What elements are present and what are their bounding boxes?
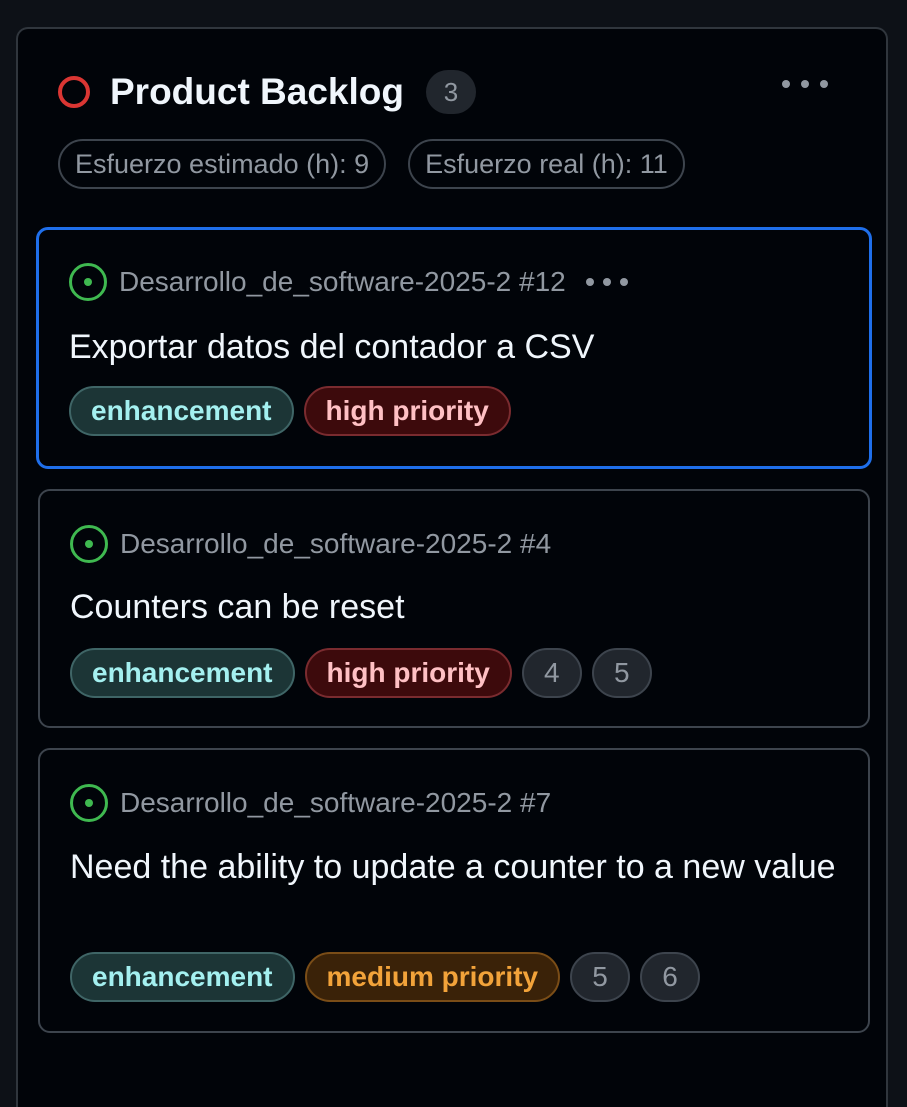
label-enhancement[interactable]: enhancement	[69, 386, 294, 436]
card-meta: Desarrollo_de_software-2025-2 #7	[70, 783, 551, 823]
field-value-estimated: 5	[570, 952, 631, 1002]
column-title: Product Backlog	[110, 71, 404, 112]
label-list: enhancement medium priority 5 6	[70, 952, 701, 1002]
field-value-estimated: 4	[521, 648, 582, 698]
field-sum-estimated: Esfuerzo estimado (h): 9	[58, 139, 387, 189]
field-sum-actual: Esfuerzo real (h): 11	[408, 139, 685, 189]
field-sums: Esfuerzo estimado (h): 9 Esfuerzo real (…	[58, 139, 685, 189]
field-value-actual: 6	[640, 952, 701, 1002]
item-count-badge: 3	[426, 70, 476, 114]
card-meta: Desarrollo_de_software-2025-2 #12	[69, 262, 628, 302]
label-high-priority[interactable]: high priority	[303, 386, 511, 436]
column-menu-icon[interactable]	[782, 71, 828, 97]
label-enhancement[interactable]: enhancement	[70, 648, 295, 698]
label-list: enhancement high priority 4 5	[70, 648, 652, 698]
card-title[interactable]: Need the ability to update a counter to …	[70, 844, 838, 890]
board-column: Product Backlog 3 Esfuerzo estimado (h):…	[16, 27, 888, 1107]
issue-reference[interactable]: Desarrollo_de_software-2025-2 #4	[120, 528, 551, 560]
issue-reference[interactable]: Desarrollo_de_software-2025-2 #7	[120, 787, 551, 819]
issue-card[interactable]: Desarrollo_de_software-2025-2 #4 Counter…	[38, 489, 870, 728]
issue-open-icon	[69, 263, 107, 301]
issue-open-icon	[70, 525, 108, 563]
card-menu-icon[interactable]	[585, 272, 628, 292]
card-title[interactable]: Counters can be reset	[70, 584, 838, 630]
card-title[interactable]: Exportar datos del contador a CSV	[69, 324, 839, 370]
issue-card[interactable]: Desarrollo_de_software-2025-2 #12 Export…	[36, 227, 872, 469]
issue-reference[interactable]: Desarrollo_de_software-2025-2 #12	[119, 266, 566, 298]
field-value-actual: 5	[591, 648, 652, 698]
label-medium-priority[interactable]: medium priority	[304, 952, 561, 1002]
status-circle-icon	[58, 76, 90, 108]
column-header: Product Backlog 3	[58, 69, 476, 115]
card-meta: Desarrollo_de_software-2025-2 #4	[70, 524, 551, 564]
issue-open-icon	[70, 784, 108, 822]
issue-card[interactable]: Desarrollo_de_software-2025-2 #7 Need th…	[38, 748, 870, 1033]
label-enhancement[interactable]: enhancement	[70, 952, 295, 1002]
label-high-priority[interactable]: high priority	[304, 648, 512, 698]
label-list: enhancement high priority	[69, 386, 511, 436]
